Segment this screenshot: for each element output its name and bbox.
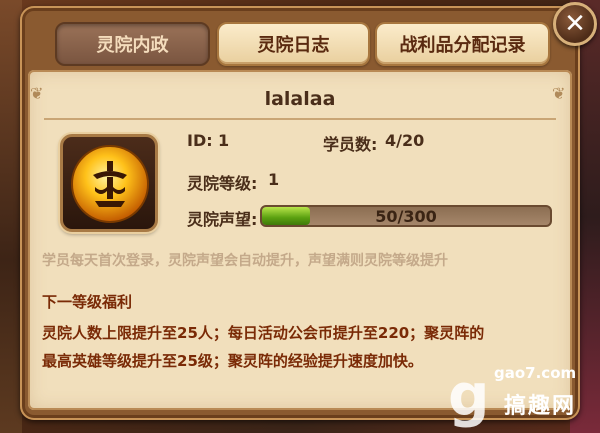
close-button[interactable]: ✕ (553, 2, 597, 46)
site-watermark: g gao7.com 搞趣网 (448, 360, 598, 432)
watermark-logo-glyph: g (448, 361, 490, 429)
tab-academy-log[interactable]: 灵院日志 (217, 22, 370, 66)
tab-internal-affairs[interactable]: 灵院内政 (55, 22, 210, 66)
benefit-line: 灵院人数上限提升至25人；每日活动公会币提升至220；聚灵阵的 (42, 324, 485, 342)
reputation-progress-text: 50/300 (375, 206, 437, 226)
tab-loot-distribution[interactable]: 战利品分配记录 (375, 22, 550, 66)
reputation-label: 灵院声望: (187, 210, 258, 229)
close-icon: ✕ (564, 9, 586, 39)
guild-level-value: 1 (268, 170, 280, 189)
watermark-site: gao7.com (494, 364, 577, 382)
benefit-line: 最高英雄等级提升至25级；聚灵阵的经验提升速度加快。 (42, 352, 423, 370)
guild-name: lalalaa (264, 88, 336, 110)
reputation-hint: 学员每天首次登录，灵院声望会自动提升，声望满则灵院等级提升 (42, 253, 448, 269)
guild-id-label: ID: (187, 131, 213, 150)
members-label: 学员数: (323, 135, 378, 154)
watermark-brand: 搞趣网 (504, 394, 577, 419)
next-level-benefits-title: 下一等级福利 (42, 293, 133, 311)
members-value: 4/20 (385, 131, 425, 150)
divider (44, 118, 556, 120)
guild-level-label: 灵院等级: (187, 174, 258, 193)
guild-emblem (60, 134, 158, 232)
reputation-progress-bar: 50/300 (260, 205, 552, 227)
background-left (0, 0, 22, 433)
guild-emblem-icon (71, 145, 149, 223)
guild-id-value: 1 (218, 131, 230, 150)
